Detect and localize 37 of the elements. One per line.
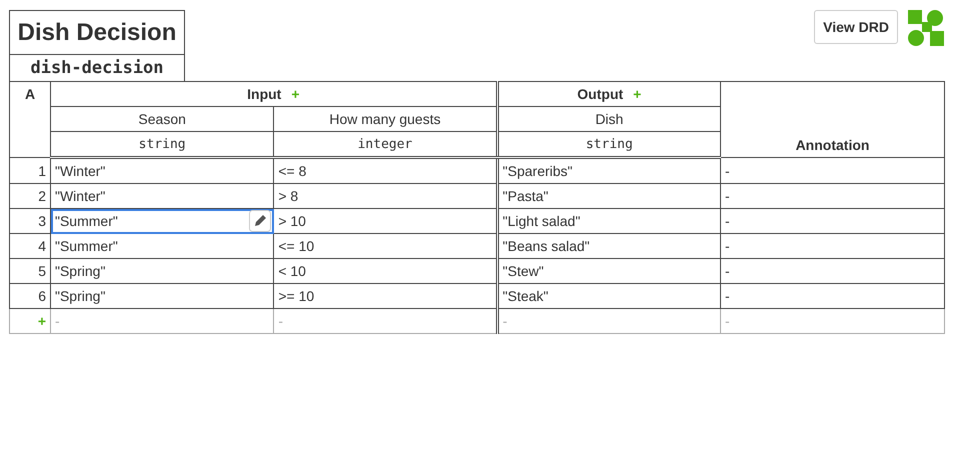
rule-number: 4 — [10, 234, 50, 258]
input-entry[interactable]: "Summer" — [50, 208, 274, 234]
rule-number: 3 — [10, 208, 50, 234]
decision-name: Dish Decision — [10, 11, 184, 55]
rule-number: 1 — [10, 158, 50, 184]
input-type[interactable]: string — [50, 132, 274, 158]
input-entry[interactable]: "Winter" — [50, 184, 274, 208]
annotation-header: Annotation — [720, 82, 944, 158]
annotation-entry[interactable]: - — [720, 234, 944, 258]
output-entry[interactable]: "Spareribs" — [497, 158, 720, 184]
annotation-entry[interactable]: - — [720, 158, 944, 184]
hit-policy[interactable]: A — [10, 82, 50, 158]
output-entry[interactable]: "Stew" — [497, 258, 720, 284]
rule-number: 6 — [10, 284, 50, 308]
rule-number: 2 — [10, 184, 50, 208]
output-entry[interactable]: "Pasta" — [497, 184, 720, 208]
output-entry[interactable]: "Beans salad" — [497, 234, 720, 258]
annotation-entry[interactable]: - — [720, 208, 944, 234]
input-entry[interactable]: "Winter" — [50, 158, 274, 184]
input-label[interactable]: Season — [50, 106, 274, 132]
view-drd-button[interactable]: View DRD — [814, 10, 898, 44]
logo-icon — [908, 10, 944, 46]
input-group-label: Input — [247, 86, 282, 102]
output-entry[interactable]: "Steak" — [497, 284, 720, 308]
rule-number: 5 — [10, 258, 50, 284]
input-entry[interactable]: "Spring" — [50, 284, 274, 308]
annotation-entry[interactable]: - — [720, 284, 944, 308]
input-entry[interactable]: "Spring" — [50, 258, 274, 284]
decision-id: dish-decision — [29, 57, 165, 80]
pencil-icon[interactable] — [249, 210, 272, 232]
output-entry[interactable]: "Light salad" — [497, 208, 720, 234]
output-group-label: Output — [577, 86, 624, 102]
annotation-entry[interactable]: - — [720, 258, 944, 284]
output-label[interactable]: Dish — [497, 106, 720, 132]
input-entry[interactable]: "Summer" — [50, 234, 274, 258]
output-type[interactable]: string — [497, 132, 720, 158]
annotation-entry[interactable]: - — [720, 184, 944, 208]
